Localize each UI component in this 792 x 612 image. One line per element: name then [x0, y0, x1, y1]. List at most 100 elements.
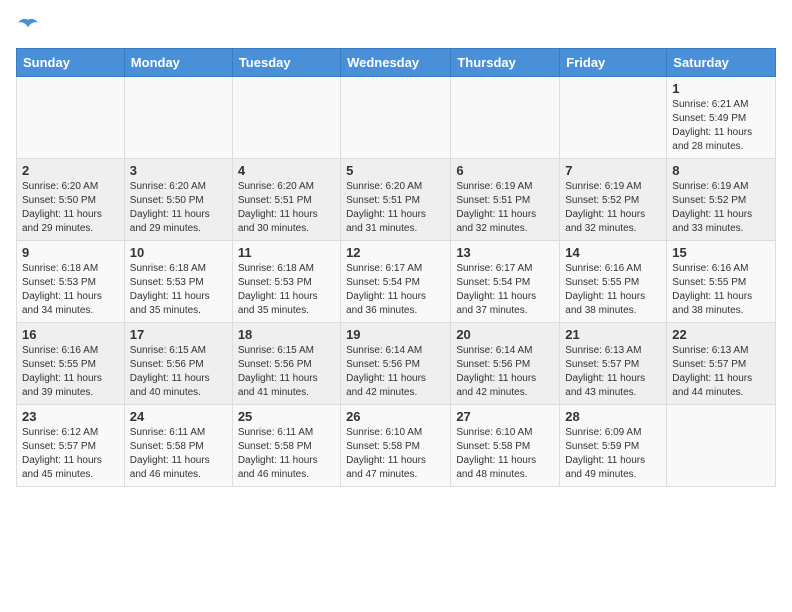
day-number: 8: [672, 163, 770, 178]
logo-bird-icon: [16, 16, 40, 40]
calendar-day-cell: 19 Sunrise: 6:14 AM Sunset: 5:56 PM Dayli…: [341, 323, 451, 405]
calendar-week-row: 2 Sunrise: 6:20 AM Sunset: 5:50 PM Daylig…: [17, 159, 776, 241]
day-info: Sunrise: 6:20 AM Sunset: 5:50 PM Dayligh…: [22, 180, 119, 236]
day-info: Sunrise: 6:18 AM Sunset: 5:53 PM Dayligh…: [238, 262, 335, 318]
calendar-day-cell: 21 Sunrise: 6:13 AM Sunset: 5:57 PM Dayli…: [560, 323, 667, 405]
calendar-day-cell: [124, 77, 232, 159]
day-number: 3: [130, 163, 227, 178]
calendar-day-cell: 26 Sunrise: 6:10 AM Sunset: 5:58 PM Dayli…: [341, 405, 451, 487]
calendar-day-cell: [232, 77, 340, 159]
day-number: 26: [346, 409, 445, 424]
day-number: 21: [565, 327, 661, 342]
day-number: 9: [22, 245, 119, 260]
day-info: Sunrise: 6:20 AM Sunset: 5:50 PM Dayligh…: [130, 180, 227, 236]
calendar-header-row: SundayMondayTuesdayWednesdayThursdayFrid…: [17, 49, 776, 77]
day-info: Sunrise: 6:21 AM Sunset: 5:49 PM Dayligh…: [672, 98, 770, 154]
day-number: 18: [238, 327, 335, 342]
calendar-day-cell: 13Sunrise: 6:17 AM Sunset: 5:54 PM Dayli…: [451, 241, 560, 323]
day-number: 17: [130, 327, 227, 342]
calendar-day-cell: 11 Sunrise: 6:18 AM Sunset: 5:53 PM Dayli…: [232, 241, 340, 323]
calendar-day-cell: 6 Sunrise: 6:19 AM Sunset: 5:51 PM Daylig…: [451, 159, 560, 241]
day-info: Sunrise: 6:09 AM Sunset: 5:59 PM Dayligh…: [565, 426, 661, 482]
calendar-day-cell: 16 Sunrise: 6:16 AM Sunset: 5:55 PM Dayli…: [17, 323, 125, 405]
calendar-day-cell: [451, 77, 560, 159]
day-info: Sunrise: 6:10 AM Sunset: 5:58 PM Dayligh…: [346, 426, 445, 482]
calendar-day-cell: [667, 405, 776, 487]
calendar-day-cell: 20 Sunrise: 6:14 AM Sunset: 5:56 PM Dayli…: [451, 323, 560, 405]
day-info: Sunrise: 6:16 AM Sunset: 5:55 PM Dayligh…: [22, 344, 119, 400]
day-info: Sunrise: 6:18 AM Sunset: 5:53 PM Dayligh…: [22, 262, 119, 318]
day-number: 25: [238, 409, 335, 424]
logo: [16, 16, 44, 40]
calendar-day-cell: 28 Sunrise: 6:09 AM Sunset: 5:59 PM Dayli…: [560, 405, 667, 487]
weekday-header: Monday: [124, 49, 232, 77]
day-number: 10: [130, 245, 227, 260]
calendar-week-row: 16 Sunrise: 6:16 AM Sunset: 5:55 PM Dayli…: [17, 323, 776, 405]
calendar-day-cell: 5 Sunrise: 6:20 AM Sunset: 5:51 PM Daylig…: [341, 159, 451, 241]
calendar-day-cell: 1 Sunrise: 6:21 AM Sunset: 5:49 PM Daylig…: [667, 77, 776, 159]
day-number: 12: [346, 245, 445, 260]
day-number: 28: [565, 409, 661, 424]
day-info: Sunrise: 6:10 AM Sunset: 5:58 PM Dayligh…: [456, 426, 554, 482]
calendar-day-cell: 7Sunrise: 6:19 AM Sunset: 5:52 PM Daylig…: [560, 159, 667, 241]
calendar-day-cell: 3 Sunrise: 6:20 AM Sunset: 5:50 PM Daylig…: [124, 159, 232, 241]
day-info: Sunrise: 6:15 AM Sunset: 5:56 PM Dayligh…: [238, 344, 335, 400]
calendar-day-cell: 14 Sunrise: 6:16 AM Sunset: 5:55 PM Dayli…: [560, 241, 667, 323]
calendar-day-cell: 10 Sunrise: 6:18 AM Sunset: 5:53 PM Dayli…: [124, 241, 232, 323]
day-info: Sunrise: 6:17 AM Sunset: 5:54 PM Dayligh…: [346, 262, 445, 318]
weekday-header: Friday: [560, 49, 667, 77]
calendar-week-row: 1 Sunrise: 6:21 AM Sunset: 5:49 PM Daylig…: [17, 77, 776, 159]
calendar-day-cell: 12 Sunrise: 6:17 AM Sunset: 5:54 PM Dayli…: [341, 241, 451, 323]
day-info: Sunrise: 6:18 AM Sunset: 5:53 PM Dayligh…: [130, 262, 227, 318]
calendar-table: SundayMondayTuesdayWednesdayThursdayFrid…: [16, 48, 776, 487]
day-info: Sunrise: 6:14 AM Sunset: 5:56 PM Dayligh…: [346, 344, 445, 400]
calendar-day-cell: 15Sunrise: 6:16 AM Sunset: 5:55 PM Dayli…: [667, 241, 776, 323]
calendar-day-cell: 22 Sunrise: 6:13 AM Sunset: 5:57 PM Dayli…: [667, 323, 776, 405]
day-number: 23: [22, 409, 119, 424]
weekday-header: Saturday: [667, 49, 776, 77]
day-info: Sunrise: 6:16 AM Sunset: 5:55 PM Dayligh…: [565, 262, 661, 318]
day-number: 4: [238, 163, 335, 178]
day-number: 19: [346, 327, 445, 342]
day-info: Sunrise: 6:20 AM Sunset: 5:51 PM Dayligh…: [238, 180, 335, 236]
calendar-day-cell: 24Sunrise: 6:11 AM Sunset: 5:58 PM Dayli…: [124, 405, 232, 487]
day-info: Sunrise: 6:11 AM Sunset: 5:58 PM Dayligh…: [238, 426, 335, 482]
day-info: Sunrise: 6:14 AM Sunset: 5:56 PM Dayligh…: [456, 344, 554, 400]
day-info: Sunrise: 6:13 AM Sunset: 5:57 PM Dayligh…: [565, 344, 661, 400]
calendar-week-row: 9 Sunrise: 6:18 AM Sunset: 5:53 PM Daylig…: [17, 241, 776, 323]
calendar-day-cell: 25 Sunrise: 6:11 AM Sunset: 5:58 PM Dayli…: [232, 405, 340, 487]
day-info: Sunrise: 6:16 AM Sunset: 5:55 PM Dayligh…: [672, 262, 770, 318]
day-number: 5: [346, 163, 445, 178]
calendar-day-cell: 27 Sunrise: 6:10 AM Sunset: 5:58 PM Dayli…: [451, 405, 560, 487]
calendar-day-cell: 2 Sunrise: 6:20 AM Sunset: 5:50 PM Daylig…: [17, 159, 125, 241]
day-number: 27: [456, 409, 554, 424]
calendar-day-cell: 18 Sunrise: 6:15 AM Sunset: 5:56 PM Dayli…: [232, 323, 340, 405]
day-number: 14: [565, 245, 661, 260]
day-info: Sunrise: 6:13 AM Sunset: 5:57 PM Dayligh…: [672, 344, 770, 400]
weekday-header: Wednesday: [341, 49, 451, 77]
day-info: Sunrise: 6:15 AM Sunset: 5:56 PM Dayligh…: [130, 344, 227, 400]
day-number: 22: [672, 327, 770, 342]
day-info: Sunrise: 6:19 AM Sunset: 5:51 PM Dayligh…: [456, 180, 554, 236]
calendar-body: 1 Sunrise: 6:21 AM Sunset: 5:49 PM Daylig…: [17, 77, 776, 487]
weekday-header: Sunday: [17, 49, 125, 77]
day-info: Sunrise: 6:17 AM Sunset: 5:54 PM Dayligh…: [456, 262, 554, 318]
day-number: 24: [130, 409, 227, 424]
day-number: 2: [22, 163, 119, 178]
calendar-day-cell: 17 Sunrise: 6:15 AM Sunset: 5:56 PM Dayli…: [124, 323, 232, 405]
day-number: 7: [565, 163, 661, 178]
day-number: 11: [238, 245, 335, 260]
calendar-day-cell: 4 Sunrise: 6:20 AM Sunset: 5:51 PM Daylig…: [232, 159, 340, 241]
calendar-day-cell: [560, 77, 667, 159]
day-number: 6: [456, 163, 554, 178]
calendar-day-cell: 23Sunrise: 6:12 AM Sunset: 5:57 PM Dayli…: [17, 405, 125, 487]
calendar-week-row: 23Sunrise: 6:12 AM Sunset: 5:57 PM Dayli…: [17, 405, 776, 487]
day-number: 1: [672, 81, 770, 96]
weekday-header: Thursday: [451, 49, 560, 77]
calendar-day-cell: 8 Sunrise: 6:19 AM Sunset: 5:52 PM Daylig…: [667, 159, 776, 241]
day-number: 16: [22, 327, 119, 342]
day-info: Sunrise: 6:20 AM Sunset: 5:51 PM Dayligh…: [346, 180, 445, 236]
day-number: 20: [456, 327, 554, 342]
calendar-day-cell: [341, 77, 451, 159]
day-info: Sunrise: 6:19 AM Sunset: 5:52 PM Dayligh…: [672, 180, 770, 236]
